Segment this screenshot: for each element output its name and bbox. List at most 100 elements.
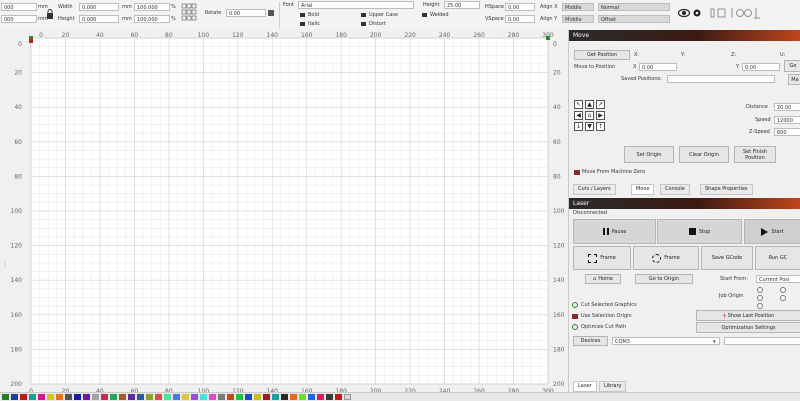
start-button[interactable]: Start (744, 219, 800, 244)
tab-library[interactable]: Library (599, 381, 627, 392)
palette-swatch[interactable] (254, 394, 261, 400)
scale-width-input[interactable]: 100.000 (134, 3, 170, 11)
lock-icon[interactable] (46, 9, 54, 19)
vspace-input[interactable]: 0.00 (505, 15, 535, 23)
italic-checkbox[interactable] (300, 22, 305, 26)
hspace-input[interactable]: 0.00 (505, 3, 535, 11)
palette-swatch[interactable] (2, 394, 9, 400)
optimize-cut-checkbox[interactable] (572, 324, 578, 330)
palette-swatch[interactable] (119, 394, 126, 400)
palette-swatch[interactable] (209, 394, 216, 400)
rotate-apply-icon[interactable] (268, 10, 274, 16)
palette-swatch[interactable] (227, 394, 234, 400)
palette-swatch[interactable] (308, 394, 315, 400)
frame-circle-button[interactable]: Frame (633, 246, 699, 270)
job-origin-bottom-left[interactable] (757, 303, 763, 309)
bold-checkbox[interactable] (300, 13, 305, 17)
home-button[interactable]: ⌂ Home (585, 274, 621, 284)
font-height-input[interactable]: 25.00 (444, 1, 480, 9)
home-jog-icon[interactable]: ⌂ (585, 111, 594, 120)
save-gcode-button[interactable]: Save GCode (701, 246, 753, 270)
jog-up-left-icon[interactable]: ↖ (574, 100, 583, 109)
align-y-select[interactable]: Middle (562, 15, 594, 23)
palette-swatch[interactable] (164, 394, 171, 400)
palette-swatch[interactable] (290, 394, 297, 400)
palette-swatch[interactable] (335, 394, 342, 400)
anchor-grid-icon[interactable] (181, 3, 197, 23)
go-button[interactable]: Go (784, 60, 800, 72)
tab-console[interactable]: Console (660, 184, 690, 195)
go-to-origin-button[interactable]: Go to Origin (635, 274, 693, 284)
palette-swatch[interactable] (326, 394, 333, 400)
com-port-select[interactable]: COM3 (612, 337, 720, 345)
distance-input[interactable]: 20.00 (774, 103, 800, 111)
palette-swatch[interactable] (236, 394, 243, 400)
jog-left-icon[interactable]: ◀ (574, 111, 583, 120)
jog-down-icon[interactable]: ▼ (585, 122, 594, 131)
tab-laser[interactable]: Laser (573, 381, 597, 392)
width-input[interactable]: 0.000 (79, 3, 119, 11)
palette-swatch[interactable] (110, 394, 117, 400)
welded-checkbox[interactable] (422, 13, 427, 17)
align-x-select[interactable]: Middle (562, 3, 594, 11)
jog-up-right-icon[interactable]: ↗ (596, 100, 605, 109)
offset-select[interactable]: Offset (598, 15, 670, 23)
upper-case-checkbox[interactable] (361, 13, 366, 17)
palette-swatch[interactable] (245, 394, 252, 400)
zspeed-input[interactable]: 600 (774, 128, 800, 136)
palette-swatch[interactable] (272, 394, 279, 400)
device-profile-select[interactable] (724, 337, 800, 345)
pause-button[interactable]: Pause (573, 219, 656, 244)
text-mode-select[interactable]: Normal (598, 3, 670, 11)
get-position-button[interactable]: Get Position (574, 50, 630, 60)
tab-cuts-layers[interactable]: Cuts / Layers (573, 184, 616, 195)
devices-button[interactable]: Devices (573, 336, 608, 346)
distribute-tools-icon[interactable] (710, 6, 770, 20)
palette-swatch[interactable] (92, 394, 99, 400)
rotate-input[interactable]: 0.00 (226, 9, 266, 17)
job-origin-middle-left[interactable] (757, 295, 763, 301)
scale-height-input[interactable]: 100.000 (134, 15, 170, 23)
jog-up-icon[interactable]: ▲ (585, 100, 594, 109)
manage-positions-button[interactable]: Ma (788, 74, 800, 85)
cut-selected-checkbox[interactable] (572, 302, 578, 308)
palette-swatch[interactable] (155, 394, 162, 400)
palette-swatch[interactable] (218, 394, 225, 400)
jog-z-down-icon[interactable]: ↓ (574, 122, 583, 131)
job-origin-top-right[interactable] (780, 287, 786, 293)
speed-input[interactable]: 12000 (774, 116, 800, 124)
palette-swatch[interactable] (11, 394, 18, 400)
use-selection-origin-checkbox[interactable] (572, 314, 578, 319)
move-y-input[interactable]: 0.00 (742, 63, 780, 71)
palette-swatch[interactable] (137, 394, 144, 400)
palette-swatch[interactable] (20, 394, 27, 400)
height-input[interactable]: 0.000 (79, 15, 119, 23)
palette-swatch[interactable] (191, 394, 198, 400)
palette-swatch[interactable] (173, 394, 180, 400)
palette-swatch[interactable] (299, 394, 306, 400)
palette-swatch[interactable] (65, 394, 72, 400)
show-last-position-button[interactable]: ┼ Show Last Position (696, 310, 800, 321)
set-origin-button[interactable]: Set Origin (624, 146, 674, 163)
distort-checkbox[interactable] (361, 22, 366, 26)
move-x-input[interactable]: 0.00 (639, 63, 677, 71)
palette-swatch[interactable] (38, 394, 45, 400)
jog-z-up-icon[interactable]: ↑ (596, 122, 605, 131)
job-origin-top-left[interactable] (757, 287, 763, 293)
y-position-input[interactable]: 000 (1, 15, 37, 23)
palette-swatch[interactable] (281, 394, 288, 400)
start-from-select[interactable]: Current Posi (756, 275, 800, 283)
optimization-settings-button[interactable]: Optimization Settings (696, 322, 800, 333)
palette-swatch[interactable] (344, 394, 351, 400)
palette-swatch[interactable] (83, 394, 90, 400)
palette-swatch[interactable] (146, 394, 153, 400)
eye-icon[interactable] (677, 8, 691, 18)
palette-swatch[interactable] (29, 394, 36, 400)
move-from-zero-checkbox[interactable] (574, 170, 580, 175)
palette-swatch[interactable] (74, 394, 81, 400)
palette-swatch[interactable] (47, 394, 54, 400)
palette-swatch[interactable] (128, 394, 135, 400)
job-origin-middle-right[interactable] (780, 295, 786, 301)
palette-swatch[interactable] (182, 394, 189, 400)
palette-swatch[interactable] (56, 394, 63, 400)
